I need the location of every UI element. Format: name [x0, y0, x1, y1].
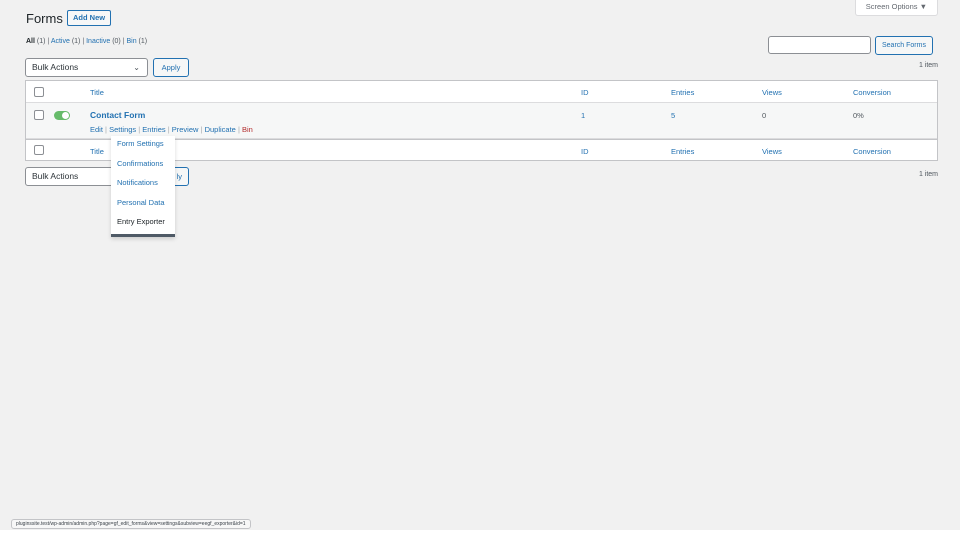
column-entries-header[interactable]: Entries: [671, 88, 694, 97]
submenu-form-settings[interactable]: Form Settings: [111, 136, 175, 156]
column-title-footer[interactable]: Title: [90, 147, 104, 156]
row-actions: Edit | Settings | Entries | Preview | Du…: [90, 125, 253, 134]
submenu-confirmations[interactable]: Confirmations: [111, 156, 175, 176]
settings-submenu: Form Settings Confirmations Notification…: [111, 136, 175, 237]
apply-button-top[interactable]: Apply: [153, 58, 189, 77]
edit-link[interactable]: Edit: [90, 125, 103, 134]
page-title: Forms: [26, 11, 63, 26]
form-entries-link[interactable]: 5: [671, 111, 675, 120]
bottom-strip: [0, 530, 960, 540]
view-all-count: (1): [36, 38, 46, 45]
view-inactive-link[interactable]: Inactive: [86, 38, 110, 45]
bulk-actions-label: Bulk Actions: [32, 62, 79, 72]
table-header: Title ID Entries Views Conversion: [26, 81, 937, 103]
bin-link[interactable]: Bin: [242, 125, 253, 134]
status-bar-url: pluginssite.test/wp-admin/admin.php?page…: [11, 519, 251, 529]
status-filter-links: All (1) | Active (1) | Inactive (0) | Bi…: [26, 38, 147, 45]
add-new-button[interactable]: Add New: [67, 10, 112, 26]
column-id-footer[interactable]: ID: [581, 147, 589, 156]
form-title-link[interactable]: Contact Form: [90, 110, 145, 120]
preview-link[interactable]: Preview: [172, 125, 199, 134]
view-all-link[interactable]: All: [26, 38, 35, 45]
items-count-top: 1 item: [918, 62, 938, 69]
view-bin-link[interactable]: Bin: [126, 38, 136, 45]
form-views-value: 0: [762, 111, 767, 120]
table-row: Contact Form 1 5 0 0% Edit | Settings | …: [26, 103, 937, 139]
column-views-header[interactable]: Views: [762, 88, 782, 97]
submenu-notifications[interactable]: Notifications: [111, 175, 175, 195]
search-input[interactable]: [768, 36, 871, 54]
chevron-down-icon: ⌄: [133, 63, 140, 72]
view-active-count: (1): [71, 38, 81, 45]
entries-link[interactable]: Entries: [142, 125, 165, 134]
main-content: Forms Add New Screen Options ▼ All (1) |…: [13, 0, 960, 530]
bulk-actions-label: Bulk Actions: [32, 171, 79, 181]
column-id-header[interactable]: ID: [581, 88, 589, 97]
active-toggle[interactable]: [54, 111, 70, 120]
settings-link[interactable]: Settings: [109, 125, 136, 134]
column-conversion-footer[interactable]: Conversion: [853, 147, 891, 156]
view-inactive-count: (0): [112, 38, 121, 45]
column-conversion-header[interactable]: Conversion: [853, 88, 891, 97]
form-conversion-value: 0%: [853, 111, 864, 120]
column-title-header[interactable]: Title: [90, 88, 104, 97]
items-count-bottom: 1 item: [918, 171, 938, 178]
column-entries-footer[interactable]: Entries: [671, 147, 694, 156]
screen-options-button[interactable]: Screen Options ▼: [854, 0, 938, 16]
submenu-entry-exporter[interactable]: Entry Exporter: [111, 214, 175, 234]
row-checkbox[interactable]: [34, 110, 44, 120]
view-bin-count: (1): [138, 38, 148, 45]
bulk-actions-select-top[interactable]: Bulk Actions ⌄: [25, 58, 148, 77]
duplicate-link[interactable]: Duplicate: [205, 125, 236, 134]
submenu-personal-data[interactable]: Personal Data: [111, 195, 175, 215]
view-active-link[interactable]: Active: [51, 38, 70, 45]
form-id-link[interactable]: 1: [581, 111, 585, 120]
search-forms-button[interactable]: Search Forms: [875, 36, 933, 55]
select-all-checkbox-footer[interactable]: [34, 145, 44, 155]
select-all-checkbox[interactable]: [34, 87, 44, 97]
column-views-footer[interactable]: Views: [762, 147, 782, 156]
